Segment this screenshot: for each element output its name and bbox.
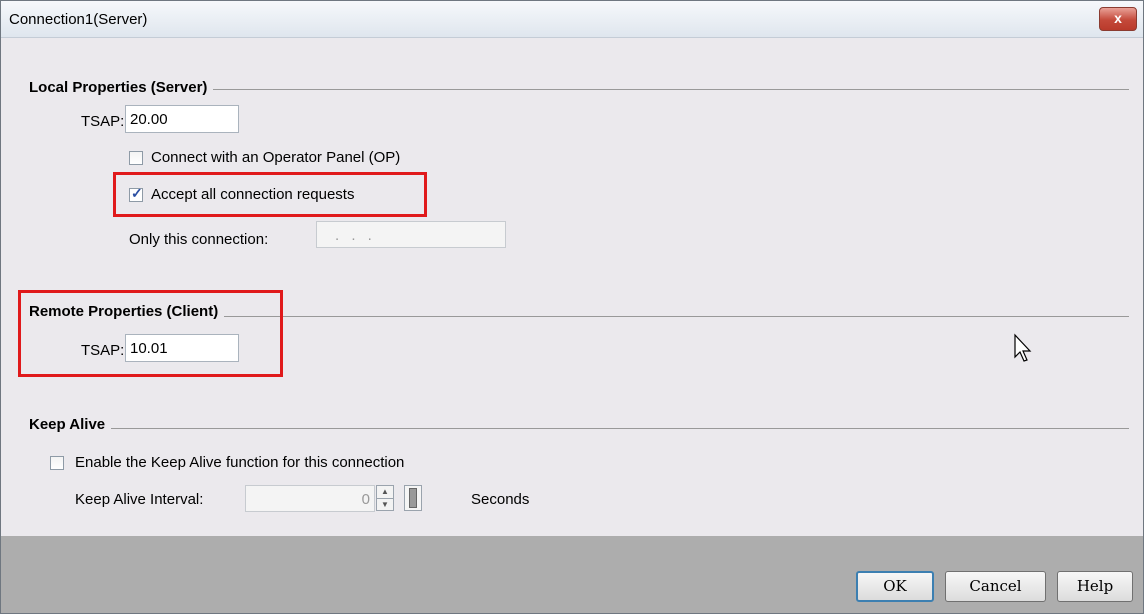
local-properties-heading: Local Properties (Server) bbox=[29, 79, 214, 96]
cancel-button[interactable]: Cancel bbox=[945, 571, 1046, 602]
enable-keepalive-label: Enable the Keep Alive function for this … bbox=[75, 454, 405, 471]
local-tsap-input[interactable]: 20.00 bbox=[125, 105, 239, 133]
mouse-pointer-icon bbox=[1014, 333, 1032, 362]
remote-properties-highlight-box bbox=[18, 290, 283, 377]
local-tsap-label: TSAP: bbox=[81, 113, 125, 130]
interval-slider bbox=[404, 485, 422, 511]
only-this-connection-label: Only this connection: bbox=[129, 231, 269, 248]
close-button[interactable]: x bbox=[1099, 7, 1137, 31]
accept-all-highlight-box bbox=[113, 172, 427, 217]
keepalive-section-divider bbox=[29, 428, 1129, 429]
enable-keepalive-checkbox[interactable] bbox=[50, 456, 64, 470]
spin-up-icon: ▲ bbox=[381, 487, 389, 496]
window-title: Connection1(Server) bbox=[9, 11, 148, 28]
only-this-connection-ip-field: . . . bbox=[316, 221, 506, 248]
operator-panel-checkbox[interactable] bbox=[129, 151, 143, 165]
dialog-window: Connection1(Server) x Local Properties (… bbox=[0, 0, 1144, 614]
spin-down-icon: ▼ bbox=[377, 498, 393, 511]
title-bar: Connection1(Server) x bbox=[1, 1, 1143, 38]
operator-panel-label: Connect with an Operator Panel (OP) bbox=[151, 149, 401, 166]
slider-thumb bbox=[409, 488, 417, 508]
help-button[interactable]: Help bbox=[1057, 571, 1133, 602]
close-icon: x bbox=[1114, 10, 1122, 26]
keepalive-heading: Keep Alive bbox=[29, 416, 112, 433]
keepalive-interval-input: 0 bbox=[245, 485, 375, 512]
interval-unit-label: Seconds bbox=[471, 491, 530, 508]
ok-button[interactable]: OK bbox=[856, 571, 934, 602]
keepalive-interval-label: Keep Alive Interval: bbox=[75, 491, 204, 508]
interval-spinner: ▲ ▼ bbox=[376, 485, 394, 511]
